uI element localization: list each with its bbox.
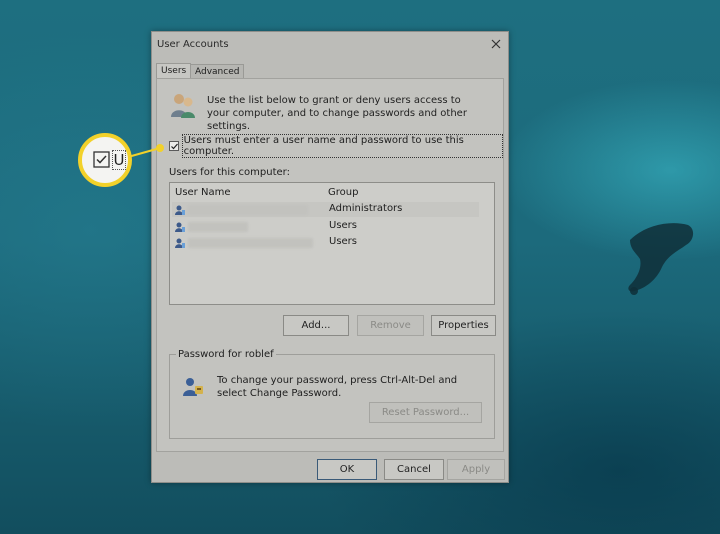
callout-anchor-dot (156, 144, 164, 152)
checkbox-icon (93, 151, 110, 168)
callout-letter: U (112, 150, 126, 170)
callout-leader-line (127, 147, 161, 158)
zoom-callout: U (78, 133, 132, 187)
